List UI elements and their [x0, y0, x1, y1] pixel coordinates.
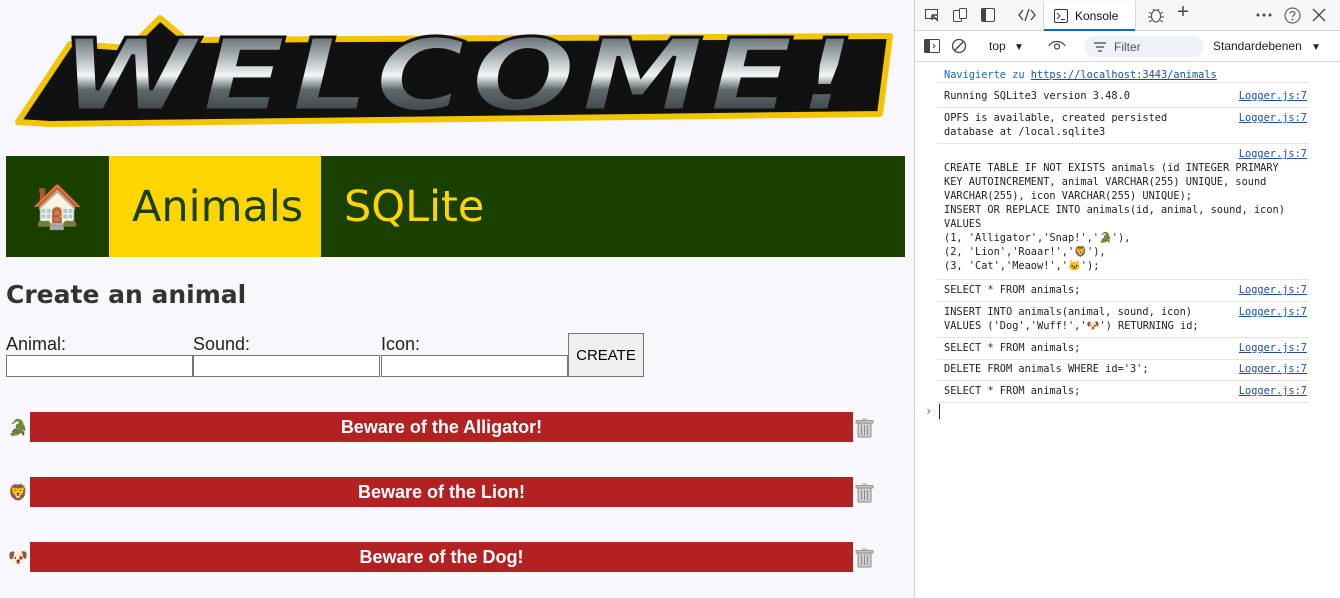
log-text: Running SQLite3 version 3.48.0: [944, 90, 1130, 102]
console-prompt-chevron: ›: [925, 404, 933, 418]
animal-row: 🦁 Beware of the Lion!: [6, 477, 876, 507]
alligator-icon: 🐊: [8, 418, 28, 437]
console-message: SELECT * FROM animals; Logger.js:7: [937, 384, 1309, 403]
log-text: SELECT * FROM animals;: [944, 385, 1081, 397]
animal-banner: Beware of the Lion!: [30, 477, 853, 507]
tab-console-label: Konsole: [1075, 9, 1119, 23]
animal-banner: Beware of the Alligator!: [30, 412, 853, 442]
animal-banner: Beware of the Dog!: [30, 542, 853, 572]
nav-home-link[interactable]: 🏠: [6, 156, 109, 257]
tab-console[interactable]: Konsole: [1043, 1, 1136, 31]
animal-field: Animal:: [6, 334, 193, 377]
filter-input[interactable]: Filter: [1085, 36, 1203, 57]
nav-animals-link[interactable]: Animals: [109, 156, 321, 257]
chevron-down-icon: ▼: [1311, 42, 1321, 53]
more-options-icon[interactable]: [1254, 5, 1274, 25]
log-source-link[interactable]: Logger.js:7: [1239, 341, 1307, 355]
sidebar-toggle-icon[interactable]: [922, 36, 942, 56]
chevron-down-icon: ▼: [1014, 42, 1024, 53]
log-source-link[interactable]: Logger.js:7: [1239, 111, 1307, 125]
animal-input[interactable]: [6, 355, 193, 377]
context-select[interactable]: top ▼: [989, 39, 1024, 53]
log-text: CREATE TABLE IF NOT EXISTS animals (id I…: [944, 162, 1285, 272]
devtools-panel: Konsole + top ▼ Filter Standardebenen ▼ …: [914, 0, 1340, 598]
icon-label: Icon:: [381, 334, 421, 354]
sound-field: Sound:: [193, 334, 380, 377]
console-message: INSERT INTO animals(animal, sound, icon)…: [937, 305, 1309, 338]
sound-input[interactable]: [193, 355, 380, 377]
console-message: OPFS is available, created persisted dat…: [937, 111, 1309, 144]
form-title: Create an animal: [6, 280, 247, 309]
log-text: SELECT * FROM animals;: [944, 284, 1081, 296]
trash-icon[interactable]: [855, 548, 874, 568]
navigation-message: Navigierte zu https://localhost:3443/ani…: [944, 69, 1217, 81]
help-icon[interactable]: [1282, 5, 1302, 25]
log-source-link[interactable]: Logger.js:7: [1239, 147, 1307, 161]
banner-text: WELCOME!: [60, 17, 860, 130]
close-icon[interactable]: [1309, 5, 1329, 25]
console-message: CREATE TABLE IF NOT EXISTS animals (id I…: [937, 147, 1309, 280]
devtools-tab-bar: Konsole +: [915, 0, 1340, 31]
trash-icon[interactable]: [855, 418, 874, 438]
console-message: SELECT * FROM animals; Logger.js:7: [937, 341, 1309, 360]
log-text: DELETE FROM animals WHERE id='3';: [944, 363, 1149, 375]
console-icon: [1054, 9, 1068, 23]
device-emulation-icon[interactable]: [950, 5, 970, 25]
clear-console-icon[interactable]: [949, 36, 969, 56]
log-text: OPFS is available, created persisted dat…: [944, 112, 1168, 138]
console-message: SELECT * FROM animals; Logger.js:7: [937, 283, 1309, 302]
web-page: WELCOME! 🏠 Animals SQLite Create an anim…: [0, 0, 914, 598]
main-nav: 🏠 Animals SQLite: [6, 156, 905, 257]
log-text: INSERT INTO animals(animal, sound, icon)…: [944, 306, 1199, 332]
inspect-element-icon[interactable]: [922, 5, 942, 25]
console-message: Running SQLite3 version 3.48.0 Logger.js…: [937, 89, 1309, 108]
log-level-select[interactable]: Standardebenen ▼: [1213, 39, 1321, 53]
animal-row: 🐶 Beware of the Dog!: [6, 542, 876, 572]
log-source-link[interactable]: Logger.js:7: [1239, 362, 1307, 376]
live-expression-eye-icon[interactable]: [1047, 36, 1067, 56]
icon-input[interactable]: [381, 355, 568, 377]
log-text: SELECT * FROM animals;: [944, 342, 1081, 354]
console-message: Navigierte zu https://localhost:3443/ani…: [937, 68, 1309, 83]
filter-icon: [1094, 41, 1106, 52]
create-button[interactable]: CREATE: [568, 333, 644, 377]
console-toolbar: top ▼ Filter Standardebenen ▼: [915, 31, 1340, 62]
log-source-link[interactable]: Logger.js:7: [1239, 305, 1307, 319]
log-source-link[interactable]: Logger.js:7: [1239, 89, 1307, 103]
navigation-url-link[interactable]: https://localhost:3443/animals: [1031, 69, 1217, 81]
house-icon: 🏠: [31, 181, 84, 231]
dog-icon: 🐶: [8, 548, 28, 567]
animal-label: Animal:: [6, 334, 67, 354]
bug-icon[interactable]: [1146, 5, 1166, 25]
filter-placeholder: Filter: [1114, 39, 1141, 54]
add-tab-icon[interactable]: +: [1173, 1, 1193, 23]
log-level-value: Standardebenen: [1213, 39, 1302, 53]
nav-sqlite-link[interactable]: SQLite: [321, 156, 507, 257]
lion-icon: 🦁: [8, 483, 28, 502]
dock-side-icon[interactable]: [978, 5, 998, 25]
animal-row: 🐊 Beware of the Alligator!: [6, 412, 876, 442]
sound-label: Sound:: [193, 334, 251, 354]
elements-tab-icon[interactable]: [1017, 5, 1037, 25]
icon-field: Icon:: [381, 334, 568, 377]
context-select-value: top: [989, 39, 1006, 53]
console-message: DELETE FROM animals WHERE id='3'; Logger…: [937, 362, 1309, 381]
log-source-link[interactable]: Logger.js:7: [1239, 283, 1307, 297]
welcome-banner: WELCOME!: [15, 15, 893, 130]
trash-icon[interactable]: [855, 483, 874, 503]
log-source-link[interactable]: Logger.js:7: [1239, 384, 1307, 398]
console-input-caret[interactable]: [939, 404, 940, 419]
